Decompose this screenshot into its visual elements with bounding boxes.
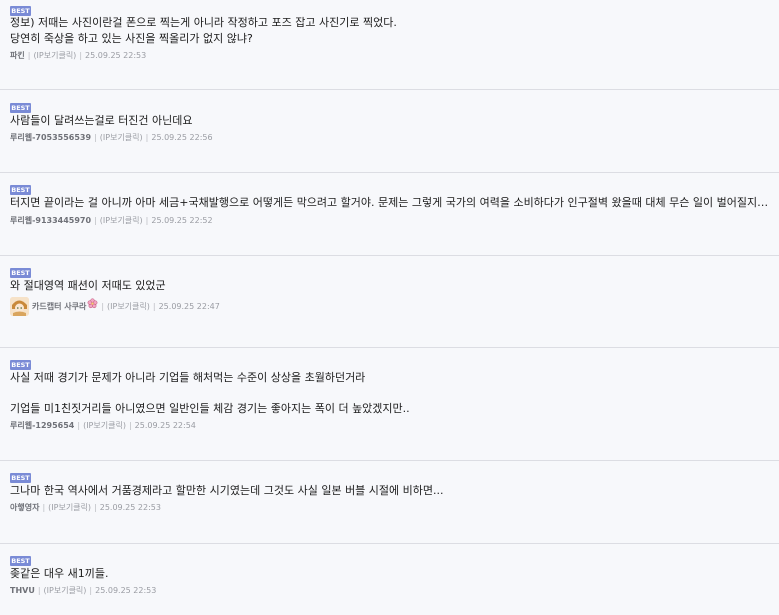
ip-link[interactable]: (IP보기클릭) <box>33 51 76 60</box>
timestamp: 25.09.25 22:56 <box>151 133 213 142</box>
separator: | <box>128 421 132 430</box>
comment-item: BEST 사람들이 달려쓰는걸로 터진건 아닌데요 루리웹-7053556539… <box>0 90 779 173</box>
comment-meta: 루리웹-9133445970 | (IP보기클릭) | 25.09.25 22:52 <box>10 215 213 226</box>
separator: | <box>79 51 83 60</box>
separator: | <box>145 216 149 225</box>
best-badge: BEST <box>10 103 31 113</box>
ip-link[interactable]: (IP보기클릭) <box>100 216 143 225</box>
comment-text: 그나마 한국 역사에서 거품경제라고 할만한 시기였는데 그것도 사실 일본 버… <box>10 484 444 497</box>
separator: | <box>77 421 81 430</box>
author-name[interactable]: 루리웹-9133445970 <box>10 216 91 225</box>
comment-meta: 아햏영자 | (IP보기클릭) | 25.09.25 22:53 <box>10 502 161 513</box>
ip-link[interactable]: (IP보기클릭) <box>48 503 91 512</box>
author-name[interactable]: 카드캡터 사쿠라 <box>32 302 86 311</box>
separator: | <box>101 302 105 311</box>
comment-meta: 루리웹-7053556539 | (IP보기클릭) | 25.09.25 22:56 <box>10 132 213 143</box>
separator: | <box>42 503 46 512</box>
comment-text: 좆같은 대우 새1끼들. <box>10 567 109 580</box>
author-name[interactable]: THVU <box>10 586 35 595</box>
comment-meta: 파킨 | (IP보기클릭) | 25.09.25 22:53 <box>10 50 146 61</box>
comment-meta: THVU | (IP보기클릭) | 25.09.25 22:53 <box>10 585 156 596</box>
comment-meta: 루리웹-1295654 | (IP보기클릭) | 25.09.25 22:54 <box>10 420 196 431</box>
best-badge: BEST <box>10 556 31 566</box>
author-name[interactable]: 루리웹-1295654 <box>10 421 74 430</box>
author-name[interactable]: 파킨 <box>10 51 25 60</box>
best-badge: BEST <box>10 185 31 195</box>
author-name[interactable]: 아햏영자 <box>10 503 39 512</box>
sakura-flower-icon <box>87 297 98 316</box>
separator: | <box>89 586 93 595</box>
comment-text: 당연히 죽상을 하고 있는 사진을 찍올리가 없지 않냐? <box>10 32 253 45</box>
comment-item: BEST 사실 저때 경기가 문제가 아니라 기업들 해처먹는 수준이 상상을 … <box>0 348 779 461</box>
comment-item: BEST 정보) 저때는 사진이란걸 폰으로 찍는게 아니라 작정하고 포즈 잡… <box>0 0 779 90</box>
comment-text: 와 절대영역 패션이 저때도 있었군 <box>10 279 166 292</box>
separator: | <box>27 51 31 60</box>
comment-item: BEST 좆같은 대우 새1끼들. THVU | (IP보기클릭) | 25.09.25… <box>0 544 779 615</box>
comment-text: 정보) 저때는 사진이란걸 폰으로 찍는게 아니라 작정하고 포즈 잡고 사진기… <box>10 16 397 29</box>
separator: | <box>94 216 97 225</box>
sakura-avatar[interactable] <box>10 297 29 316</box>
separator: | <box>94 503 97 512</box>
comment-item: BEST 와 절대영역 패션이 저때도 있었군 카드캡터 사쿠라 | (IP보기클릭… <box>0 256 779 348</box>
timestamp: 25.09.25 22:54 <box>134 421 196 430</box>
comment-item: BEST 그나마 한국 역사에서 거품경제라고 할만한 시기였는데 그것도 사실… <box>0 461 779 544</box>
comment-text: 기업들 미1친짓거리들 아니였으면 일반인들 체감 경기는 좋아지는 폭이 더 … <box>10 402 410 415</box>
comment-item: BEST 터지면 끝이라는 걸 아니까 아마 세금+국채발행으로 어떻게든 막으… <box>0 173 779 256</box>
separator: | <box>152 302 156 311</box>
timestamp: 25.09.25 22:47 <box>158 302 220 311</box>
separator: | <box>94 133 97 142</box>
timestamp: 25.09.25 22:52 <box>151 216 213 225</box>
comment-meta: 카드캡터 사쿠라 | (IP보기클릭) | 25.09.25 22:47 <box>10 297 220 316</box>
comment-text: 터지면 끝이라는 걸 아니까 아마 세금+국채발행으로 어떻게든 막으려고 할거… <box>10 196 771 209</box>
ip-link[interactable]: (IP보기클릭) <box>44 586 87 595</box>
comment-text: 사람들이 달려쓰는걸로 터진건 아닌데요 <box>10 114 193 127</box>
best-badge: BEST <box>10 268 31 278</box>
best-badge: BEST <box>10 360 31 370</box>
timestamp: 25.09.25 22:53 <box>99 503 161 512</box>
separator: | <box>37 586 41 595</box>
ip-link[interactable]: (IP보기클릭) <box>83 421 126 430</box>
comment-text: 사실 저때 경기가 문제가 아니라 기업들 해처먹는 수준이 상상을 초월하던거… <box>10 371 366 384</box>
timestamp: 25.09.25 22:53 <box>85 51 147 60</box>
ip-link[interactable]: (IP보기클릭) <box>100 133 143 142</box>
ip-link[interactable]: (IP보기클릭) <box>107 302 150 311</box>
timestamp: 25.09.25 22:53 <box>95 586 157 595</box>
best-badge: BEST <box>10 473 31 483</box>
author-name[interactable]: 루리웹-7053556539 <box>10 133 91 142</box>
separator: | <box>145 133 149 142</box>
